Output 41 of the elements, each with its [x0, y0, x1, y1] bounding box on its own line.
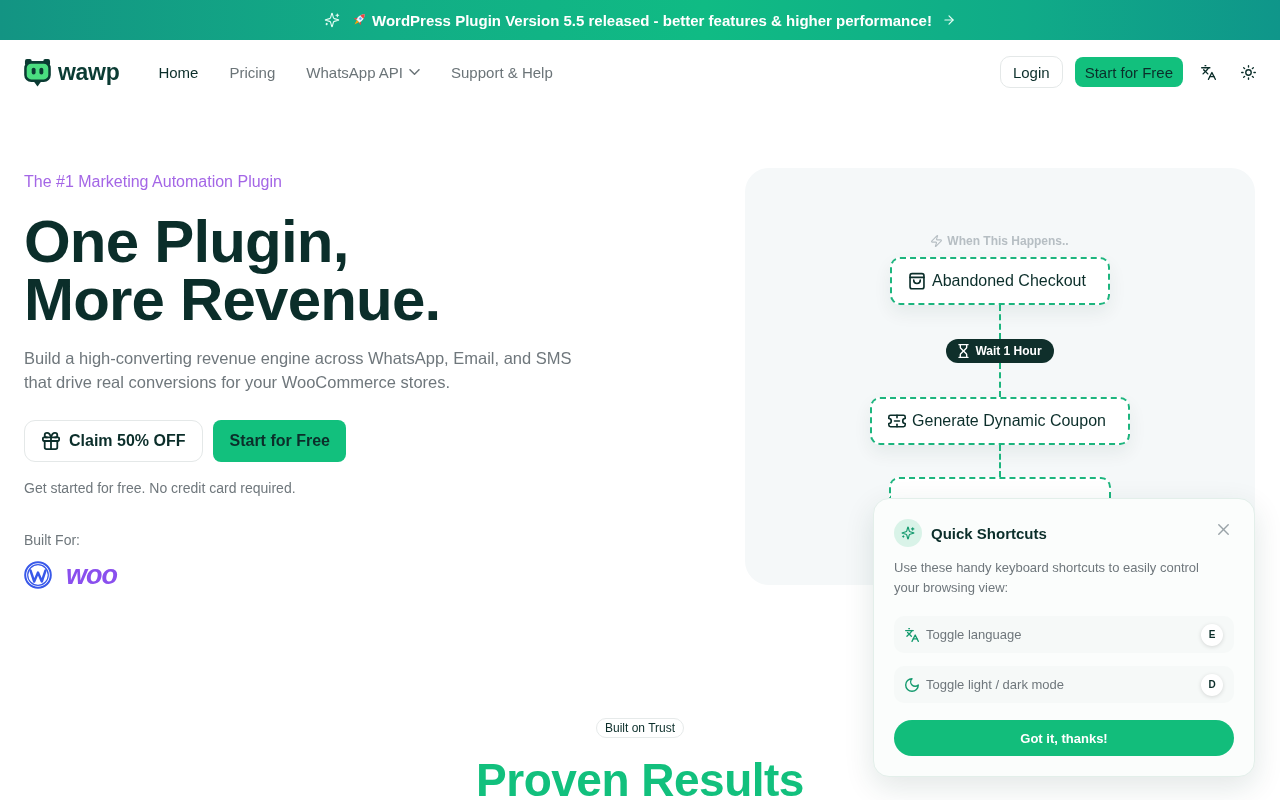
lightning-icon: [931, 235, 943, 247]
chevron-down-icon[interactable]: [409, 69, 420, 75]
start-free-button[interactable]: Start for Free: [1074, 57, 1183, 87]
hero-note: Get started for free. No credit card required.: [24, 479, 296, 498]
brand-name[interactable]: wawp: [58, 58, 120, 86]
shortcut-label: Toggle language: [926, 627, 1022, 642]
shortcut-label: Toggle light / dark mode: [926, 677, 1065, 692]
hourglass-icon: [958, 344, 970, 358]
translate-icon[interactable]: [1201, 64, 1216, 80]
woo-logo: woo: [66, 560, 117, 590]
flow-node: Generate Dynamic Coupon: [870, 397, 1130, 445]
ticket-icon: [888, 412, 907, 430]
key-badge: D: [1201, 673, 1223, 696]
section-heading: Proven Results: [476, 759, 804, 800]
wait-pill: Wait 1 Hour: [946, 339, 1054, 363]
hero-description: Build a high-converting revenue engine across WhatsApp, Email, and SMS that drive real conversions for your WooCommerce stores.: [24, 348, 573, 393]
nav-link[interactable]: Pricing: [229, 63, 276, 81]
hero-eyebrow: The #1 Marketing Automation Plugin: [24, 172, 282, 192]
w-logo-icon: [24, 561, 52, 589]
key-badge: E: [1201, 623, 1223, 646]
translate-icon: [905, 627, 919, 642]
sparkles-icon: [324, 12, 341, 28]
flow-node: Abandoned Checkout: [890, 257, 1110, 305]
nav-link[interactable]: Support & Help: [451, 63, 553, 81]
popup-description: Use these handy keyboard shortcuts to easily control your browsing view:: [894, 559, 1200, 597]
nav-link[interactable]: Home: [158, 63, 199, 81]
gift-icon: [42, 432, 60, 450]
robot-logo-icon[interactable]: [24, 57, 51, 87]
start-free-button[interactable]: Start for Free: [213, 420, 346, 462]
trigger-label: When This Happens..: [947, 234, 1069, 248]
rocket-icon: [351, 12, 368, 28]
sparkles-badge-icon: [894, 519, 922, 547]
login-button[interactable]: Login: [999, 56, 1063, 88]
claim-offer-button[interactable]: Claim 50% OFF: [24, 420, 204, 462]
sun-icon[interactable]: [1241, 64, 1256, 80]
arrow-right-icon[interactable]: [941, 13, 956, 27]
built-for-label: Built For:: [24, 531, 80, 550]
shopping-bag-icon: [908, 272, 927, 290]
popup-title: Quick Shortcuts: [931, 524, 1047, 542]
moon-icon: [905, 677, 919, 692]
nav-link[interactable]: WhatsApp API: [306, 63, 420, 81]
